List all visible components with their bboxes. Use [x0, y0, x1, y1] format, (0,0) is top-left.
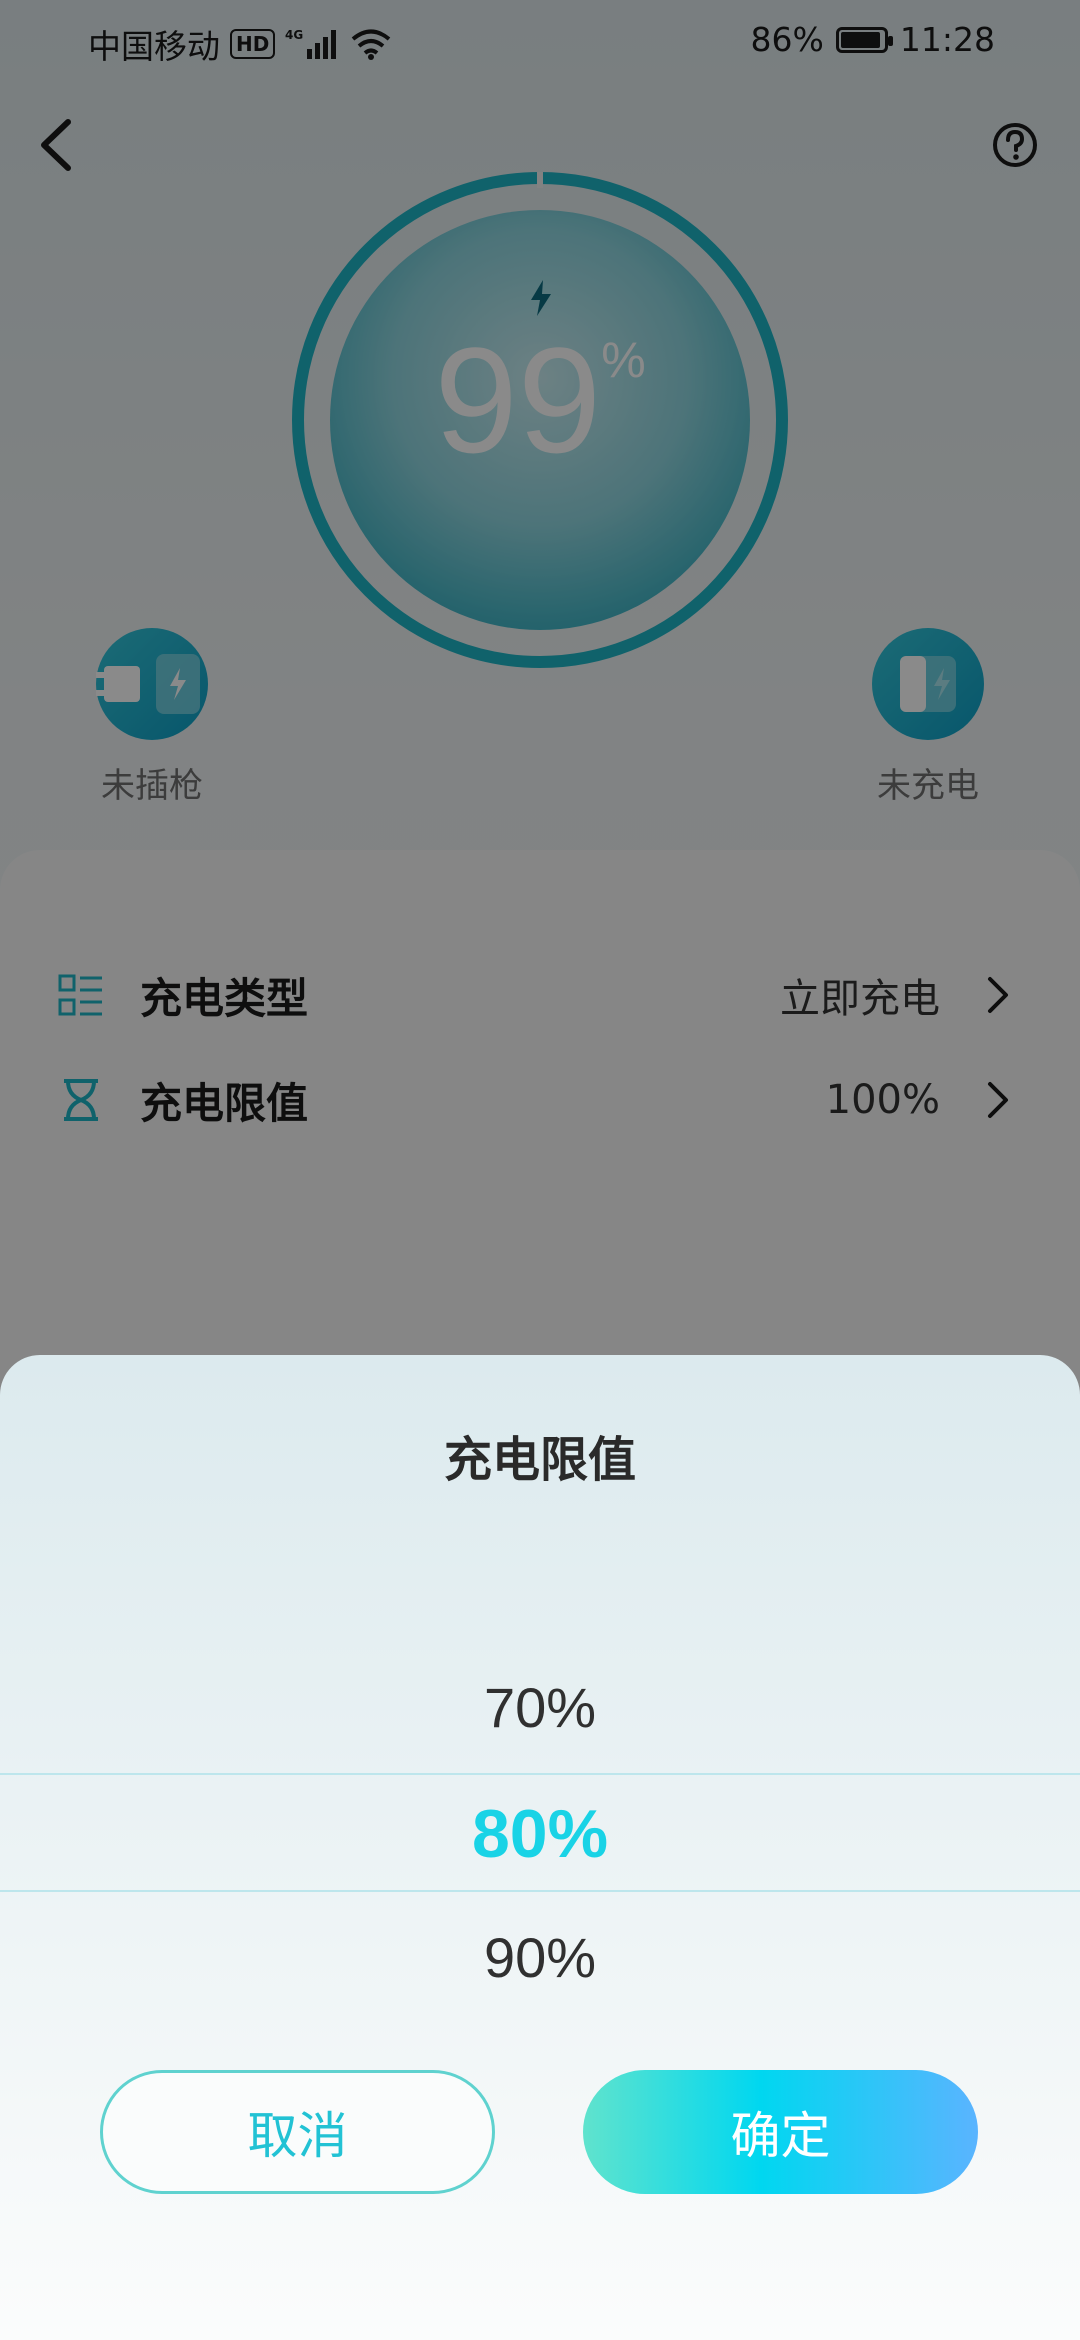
picker-option-selected[interactable]: 80%	[0, 1795, 1080, 1873]
confirm-button[interactable]: 确定	[583, 2070, 978, 2194]
charge-limit-sheet: 充电限值 70% 80% 90% 取消 确定	[0, 1355, 1080, 2340]
picker-divider-bottom	[0, 1890, 1080, 1892]
picker-option[interactable]: 70%	[0, 1675, 1080, 1740]
limit-picker[interactable]: 70% 80% 90%	[0, 1675, 1080, 1989]
sheet-title: 充电限值	[443, 1432, 636, 1488]
cancel-button[interactable]: 取消	[100, 2070, 495, 2194]
picker-option[interactable]: 90%	[0, 1925, 1080, 1990]
picker-divider-top	[0, 1773, 1080, 1775]
